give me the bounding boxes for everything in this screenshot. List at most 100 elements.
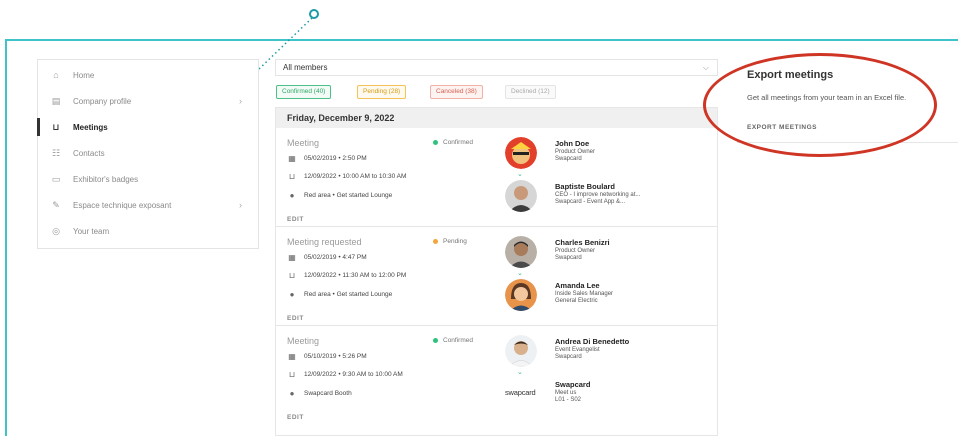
frame-left-line bbox=[5, 39, 7, 436]
avatar bbox=[505, 335, 537, 367]
meeting-location: ● Swapcard Booth bbox=[287, 389, 352, 398]
sidebar-item-label: Company profile bbox=[73, 96, 132, 106]
meeting-location-text: Red area • Get started Lounge bbox=[304, 192, 393, 199]
edit-meeting-link[interactable]: EDIT bbox=[287, 216, 304, 223]
sidebar-item-your-team[interactable]: ◎ Your team bbox=[38, 218, 258, 244]
attendee-role: Meet us bbox=[555, 390, 577, 396]
meeting-created-text: 05/02/2019 • 2:50 PM bbox=[304, 155, 367, 162]
sidebar-item-contacts[interactable]: ☷ Contacts bbox=[38, 140, 258, 166]
meeting-card: Meeting requested Pending ▦ 05/02/2019 •… bbox=[276, 228, 717, 326]
meeting-title: Meeting bbox=[287, 138, 320, 148]
chevron-down-icon: ⌄ bbox=[517, 369, 523, 376]
avatar bbox=[505, 279, 537, 311]
sidebar-item-company-profile[interactable]: ▤ Company profile › bbox=[38, 88, 258, 114]
members-select-value: All members bbox=[283, 63, 328, 72]
meeting-title: Meeting requested bbox=[287, 237, 362, 247]
sidebar: ⌂ Home ▤ Company profile › ⊔ Meetings ☷ … bbox=[37, 59, 259, 249]
meeting-time-text: 12/09/2022 • 9:30 AM to 10:00 AM bbox=[304, 371, 403, 378]
status-badge: Confirmed bbox=[433, 337, 473, 344]
attendee-name: Amanda Lee bbox=[555, 281, 600, 290]
filter-confirmed-tab[interactable]: Confirmed (40) bbox=[276, 85, 332, 99]
attendee-name: Charles Benizri bbox=[555, 238, 610, 247]
meeting-time-text: 12/09/2022 • 11:30 AM to 12:00 PM bbox=[304, 272, 407, 279]
status-badge: Confirmed bbox=[433, 139, 473, 146]
filter-declined-tab[interactable]: Declined (12) bbox=[505, 85, 556, 99]
sidebar-item-espace-technique[interactable]: ✎ Espace technique exposant › bbox=[38, 192, 258, 218]
sidebar-item-label: Espace technique exposant bbox=[73, 200, 172, 210]
attendee-company: General Electric bbox=[555, 298, 598, 304]
status-dot bbox=[433, 338, 438, 343]
chevron-down-icon: ⌵ bbox=[702, 63, 709, 72]
attendee[interactable]: Amanda Lee Inside Sales Manager General … bbox=[505, 279, 705, 311]
meeting-time-text: 12/09/2022 • 10:00 AM to 10:30 AM bbox=[304, 173, 407, 180]
attendee[interactable]: John Doe Product Owner Swapcard bbox=[505, 137, 705, 169]
attendee-name: Swapcard bbox=[555, 380, 591, 389]
status-label: Confirmed bbox=[443, 139, 473, 146]
sidebar-item-label: Meetings bbox=[73, 122, 108, 132]
meetings-list: Friday, December 9, 2022 Meeting Confirm… bbox=[275, 107, 718, 436]
attendee-name: Andrea Di Benedetto bbox=[555, 337, 630, 346]
attendee[interactable]: Andrea Di Benedetto Event Evangelist Swa… bbox=[505, 335, 705, 367]
wrench-icon: ✎ bbox=[52, 199, 60, 210]
meeting-card: Meeting Confirmed ▦ 05/10/2019 • 5:26 PM… bbox=[276, 327, 717, 425]
status-badge: Pending bbox=[433, 238, 467, 245]
location-pin-icon: ● bbox=[289, 290, 295, 299]
meeting-time-icon: ⊔ bbox=[288, 370, 296, 379]
status-dot bbox=[433, 239, 438, 244]
meeting-created-text: 05/02/2019 • 4:47 PM bbox=[304, 254, 367, 261]
date-header: Friday, December 9, 2022 bbox=[276, 108, 717, 128]
calendar-icon: ▦ bbox=[288, 352, 296, 361]
swapcard-logo: swapcard bbox=[505, 388, 536, 397]
members-select[interactable]: All members ⌵ bbox=[275, 59, 718, 76]
contacts-icon: ☷ bbox=[51, 147, 61, 158]
team-icon: ◎ bbox=[52, 225, 60, 236]
attendee-company: Swapcard bbox=[555, 354, 582, 360]
meeting-created: ▦ 05/10/2019 • 5:26 PM bbox=[287, 352, 366, 361]
edit-meeting-link[interactable]: EDIT bbox=[287, 414, 304, 421]
sidebar-item-label: Contacts bbox=[73, 148, 105, 158]
meeting-location: ● Red area • Get started Lounge bbox=[287, 191, 393, 200]
avatar bbox=[505, 137, 537, 169]
annotation-dot-start bbox=[309, 9, 319, 19]
chevron-down-icon: ⌄ bbox=[517, 270, 523, 277]
badge-icon: ▭ bbox=[51, 173, 61, 184]
filter-canceled-tab[interactable]: Canceled (38) bbox=[430, 85, 483, 99]
calendar-icon: ▦ bbox=[288, 154, 296, 163]
meetings-icon: ⊔ bbox=[52, 121, 60, 132]
meeting-card: Meeting Confirmed ▦ 05/02/2019 • 2:50 PM… bbox=[276, 129, 717, 227]
meeting-created: ▦ 05/02/2019 • 2:50 PM bbox=[287, 154, 367, 163]
chevron-right-icon: › bbox=[239, 200, 242, 210]
calendar-icon: ▦ bbox=[288, 253, 296, 262]
attendee-role: Event Evangelist bbox=[555, 347, 600, 353]
avatar bbox=[505, 236, 537, 268]
attendee-role: CEO - I improve networking at... bbox=[555, 192, 641, 198]
attendee[interactable]: swapcard Swapcard Meet us L01 - S02 bbox=[505, 378, 705, 410]
attendee-company: L01 - S02 bbox=[555, 397, 582, 403]
attendee[interactable]: Charles Benizri Product Owner Swapcard bbox=[505, 236, 705, 268]
meeting-location: ● Red area • Get started Lounge bbox=[287, 290, 393, 299]
sidebar-item-home[interactable]: ⌂ Home bbox=[38, 62, 258, 88]
attendee-company: Swapcard - Event App &... bbox=[555, 199, 626, 205]
chevron-right-icon: › bbox=[239, 96, 242, 106]
attendee-role: Product Owner bbox=[555, 149, 596, 155]
meeting-location-text: Swapcard Booth bbox=[304, 390, 352, 397]
sidebar-item-label: Your team bbox=[73, 226, 110, 236]
annotation-highlight-ellipse bbox=[703, 53, 937, 157]
frame-top-line bbox=[5, 39, 958, 41]
attendee-role: Inside Sales Manager bbox=[555, 291, 614, 297]
meeting-time: ⊔ 12/09/2022 • 9:30 AM to 10:00 AM bbox=[287, 370, 403, 379]
sidebar-item-meetings[interactable]: ⊔ Meetings bbox=[37, 114, 258, 140]
location-pin-icon: ● bbox=[289, 389, 295, 398]
meeting-time-icon: ⊔ bbox=[288, 271, 296, 280]
status-label: Confirmed bbox=[443, 337, 473, 344]
sidebar-item-exhibitors-badges[interactable]: ▭ Exhibitor's badges bbox=[38, 166, 258, 192]
edit-meeting-link[interactable]: EDIT bbox=[287, 315, 304, 322]
location-pin-icon: ● bbox=[289, 191, 295, 200]
attendee-role: Product Owner bbox=[555, 248, 596, 254]
avatar bbox=[505, 180, 537, 212]
attendee-company: Swapcard bbox=[555, 156, 582, 162]
meeting-time-icon: ⊔ bbox=[288, 172, 296, 181]
filter-pending-tab[interactable]: Pending (28) bbox=[357, 85, 407, 99]
attendee-company: Swapcard bbox=[555, 255, 582, 261]
attendee[interactable]: Baptiste Boulard CEO - I improve network… bbox=[505, 180, 705, 212]
